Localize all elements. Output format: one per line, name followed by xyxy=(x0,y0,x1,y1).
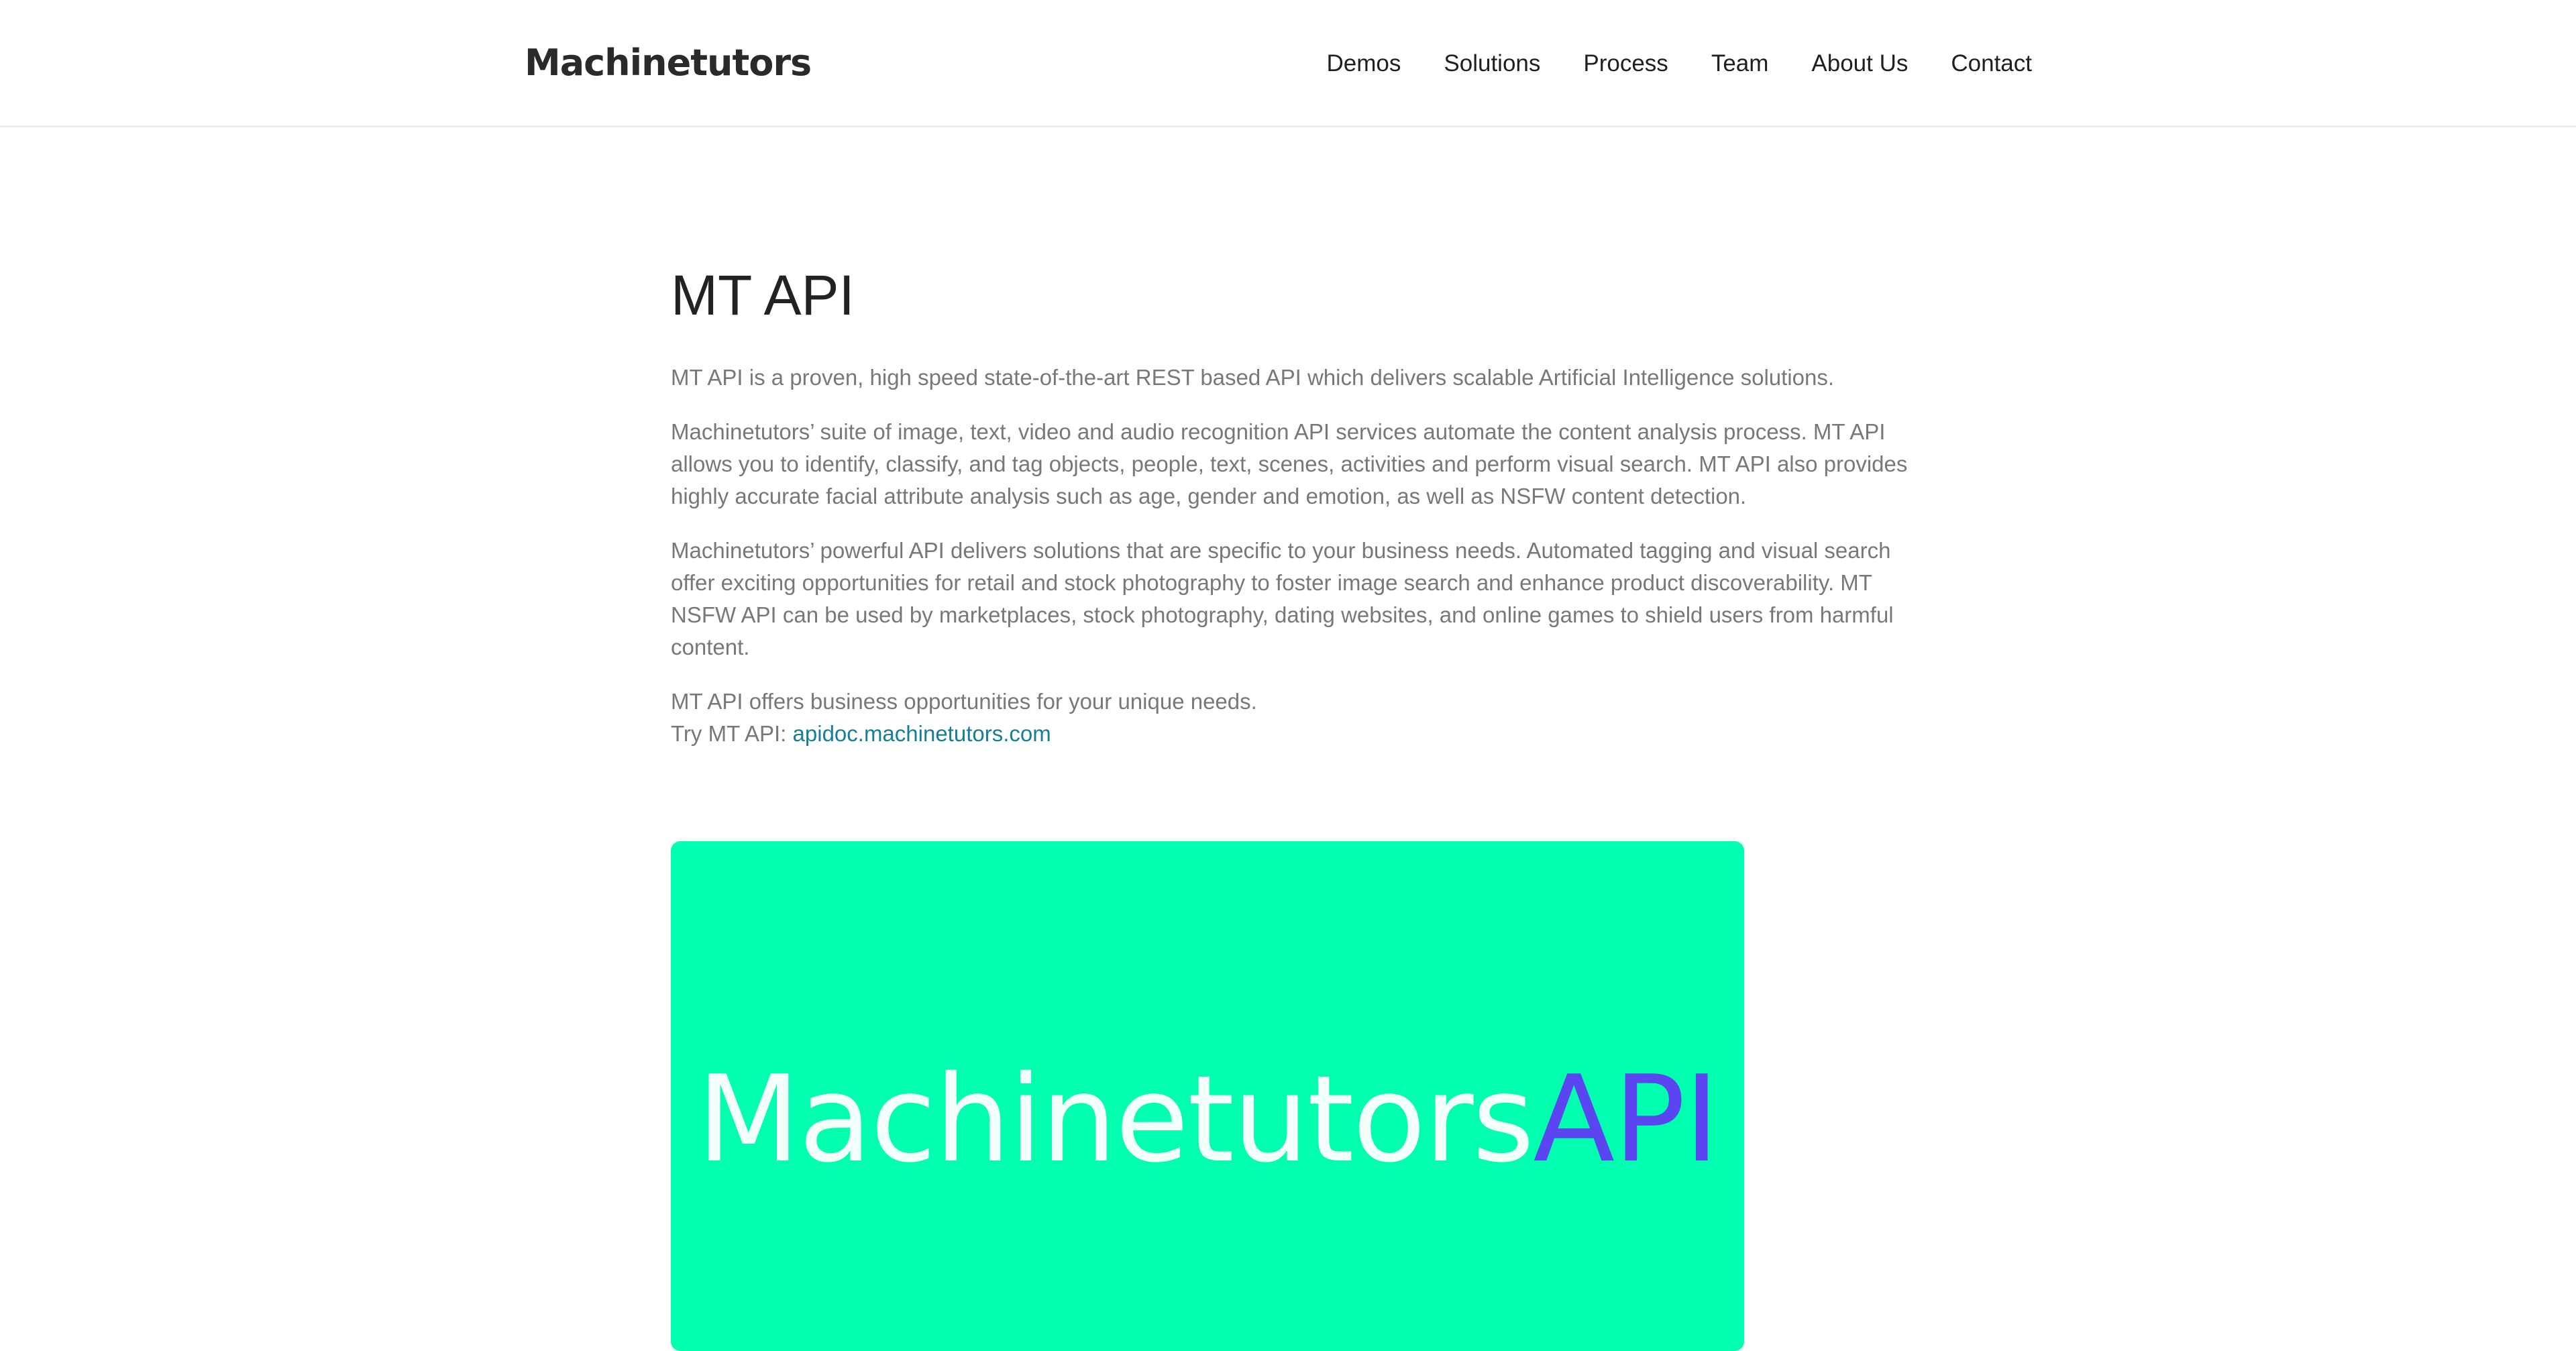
try-api-block: MT API offers business opportunities for… xyxy=(671,686,1919,750)
solutions-paragraph: Machinetutors’ powerful API delivers sol… xyxy=(671,538,1894,659)
nav-item-contact[interactable]: Contact xyxy=(1951,48,2032,79)
api-banner-image: MachinetutorsAPI xyxy=(671,841,1744,1351)
nav-item-about-us[interactable]: About Us xyxy=(1811,48,1908,79)
site-logo[interactable]: Machinetutors xyxy=(525,39,812,87)
main-content: MT API MT API is a proven, high speed st… xyxy=(671,258,1919,750)
main-nav: Demos Solutions Process Team About Us Co… xyxy=(1327,48,2032,79)
banner-api-text: API xyxy=(1533,1050,1719,1189)
nav-item-demos[interactable]: Demos xyxy=(1327,48,1401,79)
page-title: MT API xyxy=(671,264,855,327)
api-doc-link[interactable]: apidoc.machinetutors.com xyxy=(793,721,1051,746)
nav-item-solutions[interactable]: Solutions xyxy=(1444,48,1540,79)
nav-item-process[interactable]: Process xyxy=(1583,48,1668,79)
banner-logo-text: MachinetutorsAPI xyxy=(671,1052,1744,1187)
banner-brand-text: Machinetutors xyxy=(697,1050,1534,1189)
intro-paragraph: MT API is a proven, high speed state-of-… xyxy=(671,365,1834,390)
services-paragraph: Machinetutors’ suite of image, text, vid… xyxy=(671,419,1908,508)
nav-item-team[interactable]: Team xyxy=(1711,48,1769,79)
site-header: Machinetutors Demos Solutions Process Te… xyxy=(0,0,2576,127)
opportunities-text: MT API offers business opportunities for… xyxy=(671,689,1257,714)
try-api-label: Try MT API: xyxy=(671,721,793,746)
